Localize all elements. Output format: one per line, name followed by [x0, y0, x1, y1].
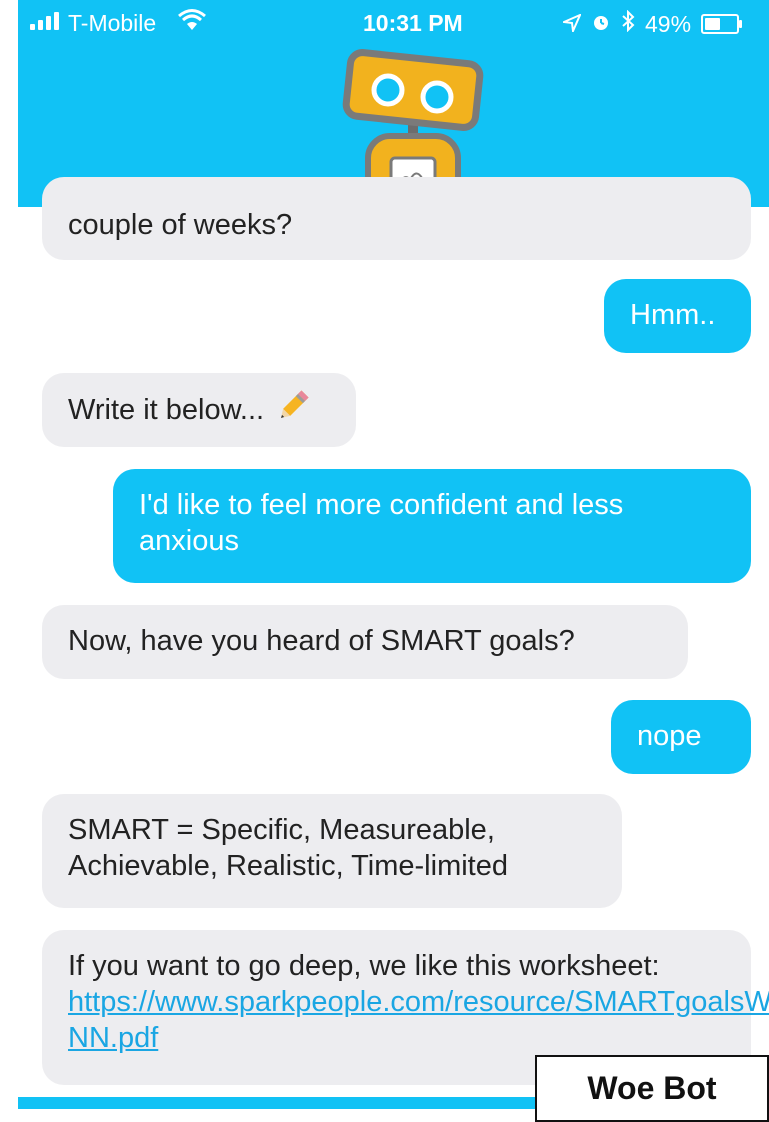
caption-label: Woe Bot	[535, 1055, 769, 1122]
worksheet-link[interactable]: https://www.sparkpeople.com/resource/SMA…	[68, 986, 769, 1054]
message-text: nope	[637, 720, 702, 752]
message-text: I'd like to feel more confident and less…	[139, 489, 624, 557]
location-icon	[560, 11, 582, 38]
bluetooth-icon	[621, 9, 635, 38]
bot-message: SMART = Specific, Measureable, Achievabl…	[42, 794, 622, 908]
bot-message: Write it below...	[42, 373, 356, 447]
message-text: SMART = Specific, Measureable, Achievabl…	[68, 814, 508, 882]
battery-percent: 49%	[645, 10, 692, 37]
message-text: Hmm..	[630, 299, 716, 331]
chat-thread: couple of weeks? Hmm.. Write it below...…	[18, 177, 769, 1097]
bot-message: Now, have you heard of SMART goals?	[42, 605, 688, 679]
message-text: Write it below...	[68, 394, 265, 426]
user-message: Hmm..	[604, 279, 751, 353]
user-message: nope	[611, 700, 751, 774]
message-text: If you want to go deep, we like this wor…	[68, 950, 660, 982]
pencil-emoji-icon	[274, 387, 312, 434]
message-text: Now, have you heard of SMART goals?	[68, 625, 575, 657]
carrier-label: T-Mobile	[68, 10, 157, 36]
wifi-icon	[178, 8, 206, 38]
bot-message: couple of weeks?	[42, 177, 751, 260]
signal-strength-icon	[30, 12, 59, 30]
status-bar: T-Mobile 10:31 PM 49%	[18, 0, 769, 46]
alarm-icon	[591, 11, 611, 38]
clock: 10:31 PM	[363, 10, 463, 36]
app-header: T-Mobile 10:31 PM 49%	[18, 0, 769, 207]
user-message: I'd like to feel more confident and less…	[113, 469, 751, 583]
battery-icon	[701, 14, 743, 34]
message-text: couple of weeks?	[68, 209, 293, 241]
